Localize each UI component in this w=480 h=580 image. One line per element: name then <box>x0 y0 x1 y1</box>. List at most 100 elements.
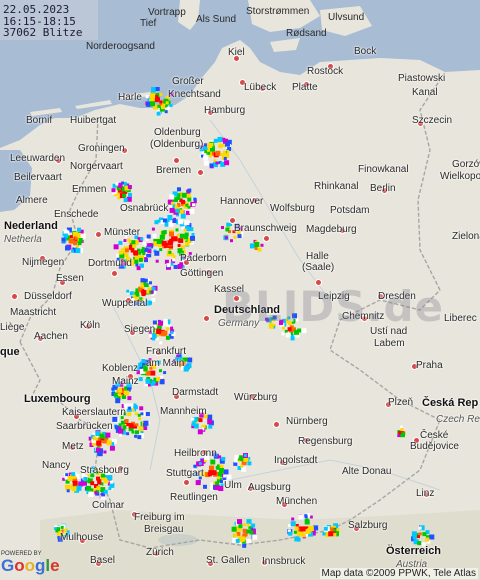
lightning-strike <box>230 239 233 243</box>
lightning-strike <box>118 240 123 245</box>
lightning-strike <box>177 244 181 247</box>
lightning-strike <box>191 422 196 427</box>
google-logo[interactable]: POWERED BY Google <box>1 551 60 579</box>
city-marker <box>203 315 210 322</box>
city-label: Strasbourg <box>80 465 129 476</box>
city-label: Rhinkanal <box>314 181 359 192</box>
lightning-strike <box>139 406 144 411</box>
lightning-strike <box>121 395 126 399</box>
lightning-strike <box>180 209 184 213</box>
city-marker <box>197 169 204 176</box>
city-label: Stuttgart <box>166 468 204 479</box>
lightning-strike <box>215 465 220 470</box>
lightning-strike <box>123 182 127 186</box>
city-label: Budějovice <box>410 441 459 452</box>
lightning-strike <box>123 239 127 243</box>
lightning-strike <box>417 535 420 539</box>
lightning-strike <box>225 141 231 147</box>
city-label: Emmen <box>72 184 107 195</box>
city-label: Metz <box>62 441 84 452</box>
lightning-strike <box>177 203 181 207</box>
lightning-strike <box>215 481 220 486</box>
lightning-strike <box>169 194 175 200</box>
lightning-strike <box>150 93 155 99</box>
lightning-strike <box>243 453 247 457</box>
lightning-strike <box>185 203 189 207</box>
lightning-strike <box>140 282 144 286</box>
lightning-strike <box>214 485 220 491</box>
city-label: Tief <box>140 18 157 29</box>
lightning-strike <box>90 488 94 492</box>
country-label-luxembourg: Luxembourg <box>24 393 91 405</box>
lightning-strike <box>151 227 155 231</box>
city-label: Czech Re <box>436 414 480 425</box>
lightning-strike <box>304 514 308 518</box>
lightning-strike <box>154 98 159 103</box>
lightning-strike <box>166 327 170 331</box>
lightning-strike <box>166 263 171 268</box>
city-label: Bornif <box>26 115 53 126</box>
lightning-strike <box>197 429 203 435</box>
lightning-strike <box>210 459 216 465</box>
lightning-strike <box>140 412 144 416</box>
lightning-strike <box>134 412 138 416</box>
lightning-strike <box>288 531 293 536</box>
lightning-strike <box>150 383 154 386</box>
lightning-strike <box>217 476 221 480</box>
lightning-strike <box>300 532 305 537</box>
lightning-strike <box>184 220 190 226</box>
city-label: Gorzów <box>452 159 480 170</box>
lightning-strike <box>210 482 214 486</box>
google-wordmark: Google <box>1 556 60 575</box>
lightning-strike <box>142 241 146 245</box>
lightning-strike <box>169 238 174 243</box>
lightning-strike <box>220 480 223 483</box>
city-label: Groningen <box>78 143 125 154</box>
lightning-strike <box>189 208 195 214</box>
city-label: München <box>276 496 318 507</box>
lightning-strike <box>138 362 143 367</box>
lightning-strike <box>149 334 153 338</box>
lightning-strike <box>80 233 86 239</box>
lightning-strike <box>71 472 76 477</box>
lightning-strike <box>150 290 154 294</box>
lightning-strike <box>123 198 128 203</box>
lightning-strike <box>71 486 77 492</box>
city-label: Finowkanal <box>358 164 409 175</box>
lightning-strike <box>237 519 242 525</box>
lightning-strike <box>175 228 179 232</box>
map-copyright[interactable]: Map data ©2009 PPWK, Tele Atlas <box>319 568 478 579</box>
city-marker <box>183 479 190 486</box>
lightning-strike <box>207 151 211 155</box>
lightning-strike <box>150 370 156 376</box>
lightning-strike <box>138 377 143 382</box>
lightning-strike <box>134 434 138 438</box>
city-label: Münster <box>104 227 141 238</box>
lightning-map[interactable]: Vortrapp Tief Als Sund Storstrømmen Ulvs… <box>0 0 480 580</box>
city-label: Hannover <box>220 196 264 207</box>
lightning-strike <box>224 236 228 240</box>
lightning-strike <box>328 531 334 537</box>
city-label: Mainz <box>112 376 139 387</box>
lightning-strike <box>242 528 247 533</box>
lightning-strike <box>83 481 87 486</box>
lightning-strike <box>127 185 132 189</box>
lightning-strike <box>193 198 197 201</box>
lightning-strike <box>308 526 314 531</box>
lightning-strike <box>169 207 175 213</box>
lightning-strike <box>429 534 435 540</box>
lightning-strike <box>71 249 75 253</box>
city-label: Beilervaart <box>14 172 62 183</box>
city-label: Zürich <box>146 547 174 558</box>
country-label-osterreich: Österreich <box>386 545 442 557</box>
lightning-strike <box>122 193 127 198</box>
lightning-strike <box>135 430 139 435</box>
lightning-strike <box>96 486 101 491</box>
lightning-strike <box>422 532 427 537</box>
lightning-strike <box>65 245 70 251</box>
lightning-strike <box>172 255 176 259</box>
city-label: Vortrapp <box>148 7 186 18</box>
lightning-strike <box>113 244 119 250</box>
lightning-strike <box>77 227 81 232</box>
lightning-strike <box>137 413 141 417</box>
